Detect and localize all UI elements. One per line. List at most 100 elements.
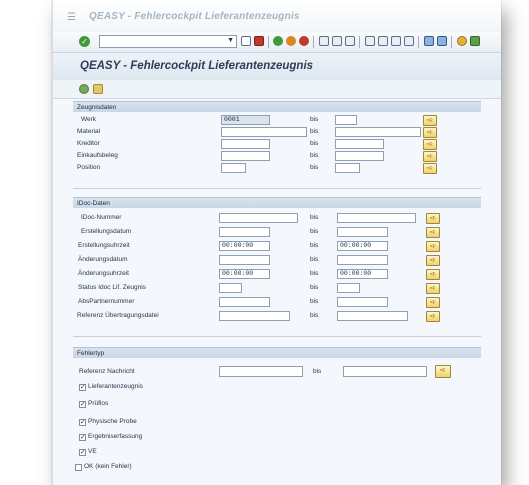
standard-toolbar: ✓ ▼ (53, 32, 501, 53)
chevron-down-icon[interactable]: ▼ (227, 37, 234, 44)
erstellungsuhrzeit-to-input[interactable]: 00:00:00 (337, 241, 388, 251)
field-label-material: Material (77, 128, 101, 135)
exit-icon[interactable] (286, 36, 296, 46)
multiple-selection-button[interactable]: ➪ (426, 283, 440, 294)
referenz-nachricht-from-input[interactable] (219, 366, 303, 377)
bis-label: bis (310, 298, 319, 305)
multiple-selection-button[interactable]: ➪ (426, 255, 440, 266)
aenderungsuhrzeit-from-input[interactable]: 00:00:00 (219, 269, 270, 279)
werk-to-input[interactable] (335, 115, 357, 125)
sap-window: ☰ QEASY - Fehlercockpit Lieferantenzeugn… (52, 0, 501, 485)
bis-label: bis (310, 164, 319, 171)
multiple-selection-button[interactable]: ➪ (423, 115, 437, 126)
checkbox-ergebniserfassung[interactable]: ✓ (79, 434, 86, 441)
status-idoc-from-input[interactable] (219, 283, 242, 293)
aenderungsdatum-from-input[interactable] (219, 255, 270, 265)
referenz-nachricht-to-input[interactable] (343, 366, 427, 377)
kreditor-to-input[interactable] (335, 139, 384, 149)
checkbox-lieferantenzeugnis[interactable]: ✓ (79, 384, 86, 391)
save-icon[interactable] (254, 36, 264, 46)
first-page-icon[interactable] (365, 36, 375, 46)
check-icon[interactable]: ✓ (79, 36, 90, 47)
einkaufsbeleg-to-input[interactable] (335, 151, 384, 161)
group-header-idoc-daten: IDoc-Daten (73, 197, 481, 208)
bis-label: bis (310, 128, 319, 135)
bis-label: bis (310, 270, 319, 277)
field-label-einkaufsbeleg: Einkaufsbeleg (77, 152, 118, 159)
bis-label: bis (310, 242, 319, 249)
toolbar-separator (268, 36, 269, 48)
get-variant-icon[interactable] (93, 84, 103, 94)
application-title-bar: QEASY - Fehlercockpit Lieferantenzeugnis (53, 53, 501, 80)
werk-from-input[interactable]: 0001 (221, 115, 270, 125)
toolbar-separator (451, 36, 452, 48)
checkbox-prueflos[interactable]: ✓ (79, 401, 86, 408)
execute-icon[interactable] (79, 84, 89, 94)
abspartnernummer-from-input[interactable] (219, 297, 270, 307)
find-icon[interactable] (332, 36, 342, 46)
help-icon[interactable] (457, 36, 467, 46)
layout-icon[interactable] (470, 36, 480, 46)
material-from-input[interactable] (221, 127, 307, 137)
field-label-aenderungsdatum: Änderungsdatum (78, 256, 128, 263)
page-title: QEASY - Fehlercockpit Lieferantenzeugnis (80, 60, 314, 72)
field-label-erstellungsuhrzeit: Erstellungsuhrzeit (78, 242, 130, 249)
group-fehlertyp: Referenz Nachricht bis ➪ ✓ Lieferantenze… (73, 358, 481, 485)
shortcut-icon[interactable] (437, 36, 447, 46)
cancel-icon[interactable] (299, 36, 309, 46)
multiple-selection-button[interactable]: ➪ (423, 151, 437, 162)
print-icon[interactable] (319, 36, 329, 46)
erstellungsdatum-from-input[interactable] (219, 227, 270, 237)
idoc-nummer-from-input[interactable] (219, 213, 298, 223)
find-next-icon[interactable] (345, 36, 355, 46)
multiple-selection-button[interactable]: ➪ (423, 127, 437, 138)
multiple-selection-button[interactable]: ➪ (426, 311, 440, 322)
aenderungsdatum-to-input[interactable] (337, 255, 388, 265)
field-label-referenz-nachricht: Referenz Nachricht (79, 368, 135, 375)
window-title: QEASY - Fehlercockpit Lieferantenzeugnis (89, 11, 300, 22)
menu-icon[interactable]: ☰ (67, 12, 76, 23)
previous-page-icon[interactable] (378, 36, 388, 46)
checkbox-label-lieferantenzeugnis: Lieferantenzeugnis (88, 383, 143, 390)
abspartnernummer-to-input[interactable] (337, 297, 388, 307)
referenz-uebertragungsdatei-to-input[interactable] (337, 311, 408, 321)
application-toolbar (53, 80, 501, 99)
erstellungsuhrzeit-from-input[interactable]: 00:00:00 (219, 241, 270, 251)
field-label-position: Position (77, 164, 101, 171)
command-field[interactable]: ▼ (99, 35, 237, 48)
multiple-selection-button[interactable]: ➪ (426, 213, 440, 224)
multiple-selection-button[interactable]: ➪ (426, 269, 440, 280)
back-icon[interactable] (273, 36, 283, 46)
checkbox-label-ok-kein-fehler: OK (kein Fehler) (84, 463, 132, 470)
group-idoc-daten: IDoc-Nummer bis ➪ Erstellungsdatum bis ➪… (73, 208, 481, 337)
next-page-icon[interactable] (391, 36, 401, 46)
multiple-selection-button[interactable]: ➪ (435, 365, 451, 378)
checkbox-physische-probe[interactable]: ✓ (79, 419, 86, 426)
back-history-icon[interactable] (241, 36, 251, 46)
bis-label: bis (310, 228, 319, 235)
checkbox-ok-kein-fehler[interactable] (75, 464, 82, 471)
multiple-selection-button[interactable]: ➪ (426, 227, 440, 238)
erstellungsdatum-to-input[interactable] (337, 227, 388, 237)
toolbar-separator (359, 36, 360, 48)
bis-label: bis (310, 284, 319, 291)
multiple-selection-button[interactable]: ➪ (423, 139, 437, 150)
referenz-uebertragungsdatei-from-input[interactable] (219, 311, 290, 321)
idoc-nummer-to-input[interactable] (337, 213, 416, 223)
position-to-input[interactable] (335, 163, 360, 173)
field-label-referenz-uebertragungsdatei: Referenz Übertragungsdatei (77, 312, 159, 319)
checkbox-label-prueflos: Prüflos (88, 400, 109, 407)
multiple-selection-button[interactable]: ➪ (423, 163, 437, 174)
last-page-icon[interactable] (404, 36, 414, 46)
material-to-input[interactable] (335, 127, 421, 137)
checkbox-ve[interactable]: ✓ (79, 449, 86, 456)
status-idoc-to-input[interactable] (337, 283, 360, 293)
multiple-selection-button[interactable]: ➪ (426, 241, 440, 252)
checkbox-label-ergebniserfassung: Ergebniserfassung (88, 433, 143, 440)
position-from-input[interactable] (221, 163, 246, 173)
new-session-icon[interactable] (424, 36, 434, 46)
kreditor-from-input[interactable] (221, 139, 270, 149)
aenderungsuhrzeit-to-input[interactable]: 00:00:00 (337, 269, 388, 279)
einkaufsbeleg-from-input[interactable] (221, 151, 270, 161)
multiple-selection-button[interactable]: ➪ (426, 297, 440, 308)
